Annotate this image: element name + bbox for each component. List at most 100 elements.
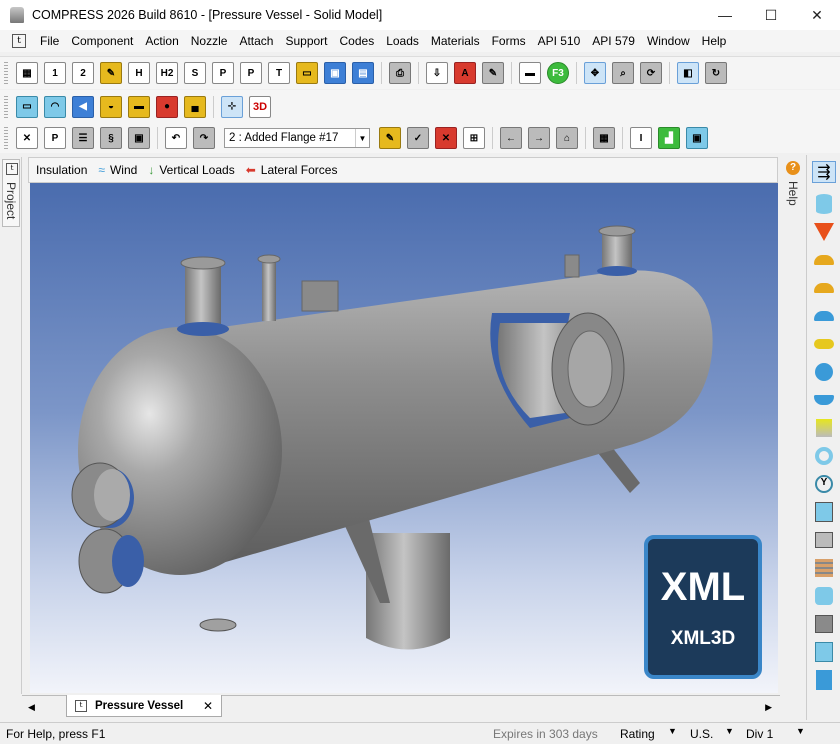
report-h-button[interactable]: H [128,62,150,84]
arrow-left-icon[interactable]: ← [500,127,522,149]
cross-icon[interactable]: ✕ [16,127,38,149]
flange-icon[interactable]: ● [156,95,178,118]
tab-pressure-vessel[interactable]: t Pressure Vessel ✕ [66,695,222,717]
bellows-icon[interactable] [812,557,836,579]
view-icon[interactable]: ◧ [677,62,699,84]
rating-dropdown-icon[interactable]: ▼ [668,726,677,736]
menu-loads[interactable]: Loads [380,30,425,52]
cone-palette-icon[interactable] [812,221,836,243]
y-fitting-icon[interactable]: Y [812,473,836,495]
flat-cover-icon[interactable] [812,333,836,355]
open-folder-icon[interactable]: ▭ [296,62,318,84]
menu-help[interactable]: Help [696,30,733,52]
delete-icon[interactable]: ✕ [435,127,457,149]
ring-icon[interactable] [812,445,836,467]
status-div[interactable]: Div 1 [746,727,773,741]
report-p2-button[interactable]: P [240,62,262,84]
zoom-icon[interactable]: ⌕ [612,62,634,84]
undo-icon[interactable]: ↶ [165,127,187,149]
menu-nozzle[interactable]: Nozzle [185,30,234,52]
print-icon[interactable]: ⎙ [389,62,411,84]
spring-icon[interactable]: § [100,127,122,149]
document-icon[interactable]: t [12,34,26,48]
scroll-right-icon[interactable]: ▶ [765,702,772,713]
status-units[interactable]: U.S. [690,727,713,741]
div-dropdown-icon[interactable]: ▼ [796,726,805,736]
tubesheet-icon[interactable] [812,361,836,383]
cone-icon[interactable]: ◀ [72,95,94,118]
box-icon[interactable]: ▣ [686,127,708,149]
toolbar-grip[interactable] [4,62,8,84]
minimize-button[interactable]: — [702,0,748,30]
menu-forms[interactable]: Forms [486,30,532,52]
view-3d-button[interactable]: 3D [249,95,271,118]
project-tab[interactable]: t Project [2,159,20,227]
f3-button[interactable]: F3 [547,62,569,84]
cylinder-palette-icon[interactable] [812,193,836,215]
help-panel[interactable]: ? Help [780,157,806,237]
report-s-button[interactable]: S [184,62,206,84]
chevron-down-icon[interactable]: ▼ [355,129,369,147]
report-2-button[interactable]: 2 [72,62,94,84]
save-icon[interactable]: ▣ [324,62,346,84]
status-rating[interactable]: Rating [620,727,655,741]
cylinder-icon[interactable]: ▭ [16,95,38,118]
elbow-icon[interactable]: ◠ [44,95,66,118]
insert-icon[interactable]: ⊞ [463,127,485,149]
scroll-left-icon[interactable]: ◀ [28,702,35,713]
report-1-button[interactable]: 1 [44,62,66,84]
menu-support[interactable]: Support [279,30,333,52]
export-icon[interactable]: ⇩ [426,62,448,84]
jacket-icon[interactable] [812,501,836,523]
report-p-button[interactable]: P [212,62,234,84]
menu-materials[interactable]: Materials [425,30,486,52]
redo-icon[interactable]: ↷ [193,127,215,149]
menu-attach[interactable]: Attach [233,30,279,52]
tab-close-icon[interactable]: ✕ [203,699,213,713]
calculator-icon[interactable]: ▦ [593,127,615,149]
report-h2-button[interactable]: H2 [156,62,178,84]
wind-button[interactable]: ≈ Wind [98,163,137,177]
list-icon[interactable]: ☰ [72,127,94,149]
dish-icon[interactable] [812,389,836,411]
leg-support-icon[interactable] [812,669,836,691]
support-palette-icon[interactable] [812,613,836,635]
save-component-icon[interactable]: ▣ [128,127,150,149]
head-icon[interactable]: ◒ [100,95,122,118]
arrow-right-icon[interactable]: → [528,127,550,149]
model-viewport[interactable]: XML XML3D [30,183,778,693]
reducer-icon[interactable] [812,417,836,439]
menu-window[interactable]: Window [641,30,696,52]
menu-file[interactable]: File [34,30,65,52]
insulation-button[interactable]: Insulation [36,163,87,177]
menu-component[interactable]: Component [65,30,139,52]
new-vessel-icon[interactable]: ▦ [16,62,38,84]
edit-report-icon[interactable]: ✎ [482,62,504,84]
flat-head-icon[interactable]: ▬ [128,95,150,118]
menu-codes[interactable]: Codes [334,30,381,52]
ellipsoidal-head-icon[interactable] [812,249,836,271]
calculator-icon[interactable]: ▬ [519,62,541,84]
axis-view-icon[interactable]: ⊹ [221,95,243,118]
report-t-button[interactable]: T [268,62,290,84]
vertical-loads-button[interactable]: ↓ Vertical Loads [148,163,234,177]
menu-action[interactable]: Action [139,30,184,52]
menu-api579[interactable]: API 579 [586,30,641,52]
pencil-icon[interactable]: ✎ [379,127,401,149]
platform-icon[interactable]: ▟ [658,127,680,149]
properties-icon[interactable]: P [44,127,66,149]
refresh-icon[interactable]: ↻ [705,62,727,84]
body-flange-icon[interactable]: ▄ [184,95,206,118]
lateral-forces-button[interactable]: ⬅ Lateral Forces [246,163,338,177]
units-dropdown-icon[interactable]: ▼ [725,726,734,736]
close-button[interactable]: ✕ [794,0,840,30]
torispherical-head-icon[interactable] [812,277,836,299]
maximize-button[interactable]: ☐ [748,0,794,30]
home-icon[interactable]: ⌂ [556,127,578,149]
pdf-icon[interactable]: A [454,62,476,84]
save-all-icon[interactable]: ▤ [352,62,374,84]
skirt-icon[interactable] [812,641,836,663]
check-icon[interactable]: ✓ [407,127,429,149]
toolbar-grip[interactable] [4,95,8,118]
tray-icon[interactable] [812,529,836,551]
